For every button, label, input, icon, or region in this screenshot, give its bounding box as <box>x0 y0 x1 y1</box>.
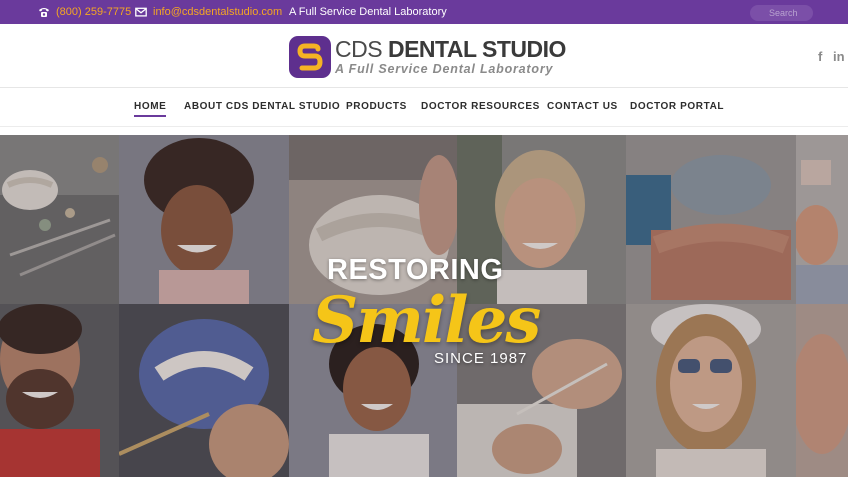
email-link[interactable]: info@cdsdentalstudio.com <box>135 0 282 24</box>
top-bar: (800) 259-7775 info@cdsdentalstudio.com … <box>0 0 848 24</box>
logo-icon[interactable] <box>289 36 331 78</box>
logo-title[interactable]: CDS DENTAL STUDIO <box>335 36 566 63</box>
topbar-tagline: A Full Service Dental Laboratory <box>289 6 447 18</box>
envelope-icon <box>135 7 147 17</box>
hero-banner: RESTORING Smiles SINCE 1987 <box>0 135 848 477</box>
logo-subtitle: A Full Service Dental Laboratory <box>335 62 554 76</box>
nav-contact-us[interactable]: CONTACT US <box>547 101 618 112</box>
main-nav: HOME ABOUT CDS DENTAL STUDIO PRODUCTS DO… <box>0 89 848 127</box>
linkedin-icon[interactable]: in <box>833 49 845 64</box>
phone-link[interactable]: (800) 259-7775 <box>38 0 131 24</box>
nav-doctor-resources[interactable]: DOCTOR RESOURCES <box>421 101 540 112</box>
hero-since-year: SINCE 1987 <box>434 350 528 367</box>
nav-about[interactable]: ABOUT CDS DENTAL STUDIO <box>184 101 340 112</box>
search-input[interactable]: Search <box>750 5 813 21</box>
nav-doctor-portal[interactable]: DOCTOR PORTAL <box>630 101 724 112</box>
phone-icon <box>39 8 49 17</box>
site-header: CDS DENTAL STUDIO A Full Service Dental … <box>0 24 848 88</box>
nav-home[interactable]: HOME <box>134 101 167 117</box>
nav-products[interactable]: PRODUCTS <box>346 101 407 112</box>
logo-title-bold: DENTAL STUDIO <box>387 36 566 62</box>
hero-heading-smiles: Smiles <box>312 283 541 358</box>
phone-number: (800) 259-7775 <box>56 6 132 18</box>
facebook-icon[interactable]: f <box>818 49 822 64</box>
email-address: info@cdsdentalstudio.com <box>153 6 283 18</box>
logo-title-light: CDS <box>335 36 388 62</box>
